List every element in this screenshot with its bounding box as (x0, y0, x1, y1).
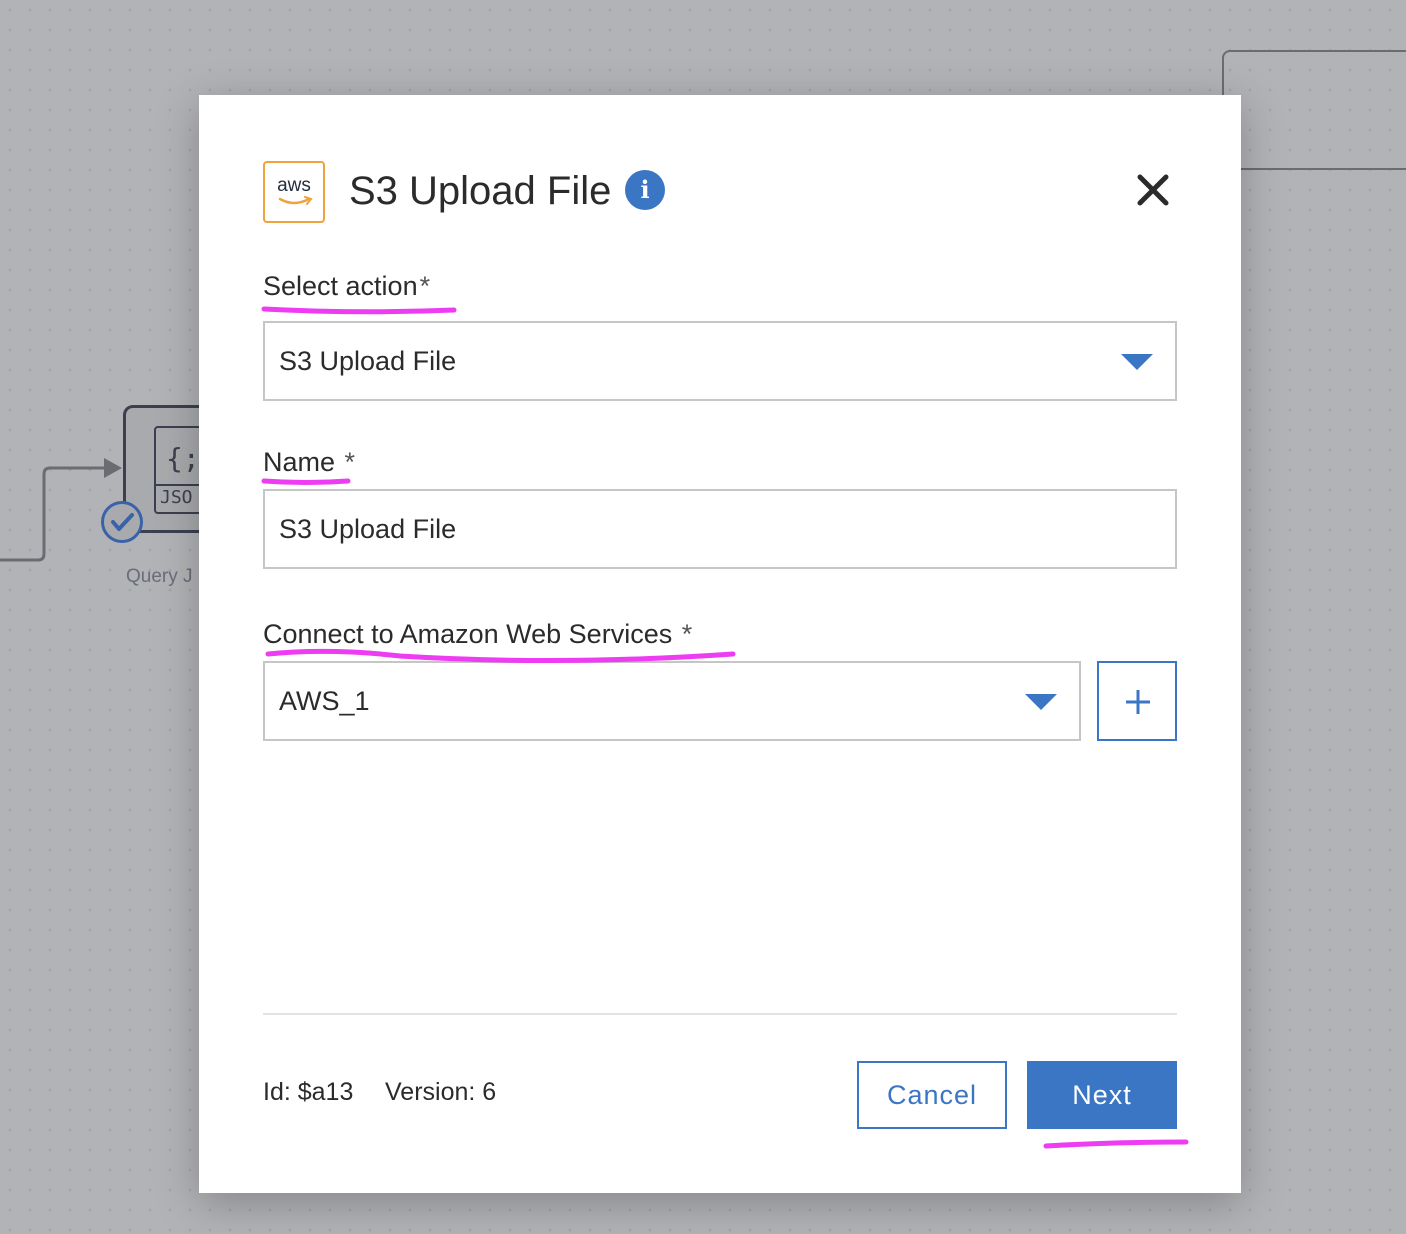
footer-divider (263, 1013, 1177, 1015)
aws-logo-icon: aws (263, 161, 325, 223)
background-node-right (1222, 50, 1406, 170)
add-connection-button[interactable] (1097, 661, 1177, 741)
close-icon[interactable] (1135, 172, 1171, 208)
plus-icon (1126, 690, 1150, 714)
select-action-label: Select action* (263, 271, 431, 301)
dropdown-arrow-icon (1121, 354, 1153, 370)
name-input-value: S3 Upload File (279, 514, 457, 544)
aws-smile-icon (278, 196, 313, 205)
dialog-title: S3 Upload File (349, 169, 612, 213)
select-action-value: S3 Upload File (279, 346, 457, 376)
check-icon (101, 501, 143, 543)
select-action-dropdown[interactable]: S3 Upload File (263, 321, 1177, 401)
s3-upload-file-dialog: aws S3 Upload File i Select action* S3 U… (199, 95, 1241, 1193)
info-icon[interactable]: i (625, 170, 665, 210)
background-node-label: Query J (126, 566, 193, 587)
name-input[interactable]: S3 Upload File (263, 489, 1177, 569)
dropdown-arrow-icon (1025, 694, 1057, 710)
required-mark: * (344, 447, 356, 477)
next-button[interactable]: Next (1027, 1061, 1177, 1129)
required-mark: * (419, 271, 431, 301)
connection-label: Connect to Amazon Web Services * (263, 619, 693, 649)
node-version: Version: 6 (385, 1078, 497, 1106)
required-mark: * (681, 619, 693, 649)
connection-dropdown[interactable]: AWS_1 (263, 661, 1081, 741)
node-id: Id: $a13 (263, 1078, 354, 1106)
connection-value: AWS_1 (279, 686, 370, 716)
name-label: Name * (263, 447, 356, 477)
cancel-button[interactable]: Cancel (857, 1061, 1007, 1129)
